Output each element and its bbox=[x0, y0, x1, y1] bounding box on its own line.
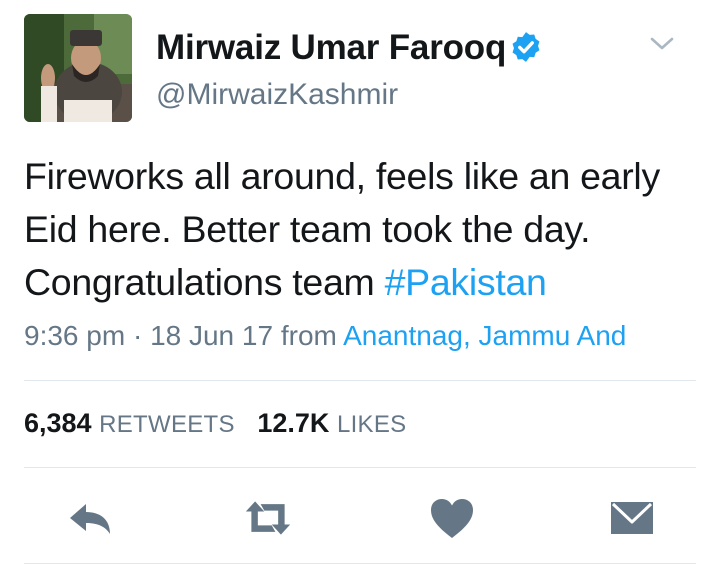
tweet-time: 9:36 pm bbox=[24, 320, 126, 351]
tweet-body: Fireworks all around, feels like an earl… bbox=[24, 155, 660, 303]
tweet-date: 18 Jun 17 bbox=[150, 320, 274, 351]
verified-badge-icon bbox=[512, 32, 540, 62]
divider bbox=[24, 380, 696, 381]
author-name[interactable]: Mirwaiz Umar Farooq bbox=[156, 28, 506, 68]
retweets-stat[interactable]: 6,384 RETWEETS bbox=[24, 408, 235, 438]
location-link[interactable]: Anantnag, Jammu And bbox=[343, 320, 626, 351]
author-handle[interactable]: @MirwaizKashmir bbox=[156, 78, 398, 112]
envelope-icon[interactable] bbox=[608, 496, 656, 540]
tweet-stats: 6,384 RETWEETS 12.7K LIKES bbox=[24, 408, 406, 439]
divider bbox=[24, 467, 696, 468]
likes-stat[interactable]: 12.7K LIKES bbox=[257, 408, 406, 438]
retweet-icon[interactable] bbox=[244, 496, 292, 540]
tweet-meta: 9:36 pm · 18 Jun 17 from Anantnag, Jammu… bbox=[24, 320, 626, 352]
reply-icon[interactable] bbox=[66, 496, 114, 540]
avatar[interactable] bbox=[24, 14, 132, 122]
bottom-divider bbox=[24, 563, 696, 564]
meta-separator: · bbox=[132, 320, 143, 351]
from-label: from bbox=[280, 320, 337, 351]
likes-label: LIKES bbox=[336, 411, 407, 438]
avatar-image bbox=[24, 14, 132, 122]
retweets-count: 6,384 bbox=[24, 408, 92, 438]
heart-icon[interactable] bbox=[428, 496, 476, 540]
retweets-label: RETWEETS bbox=[99, 411, 235, 438]
hashtag-link[interactable]: #Pakistan bbox=[385, 261, 547, 303]
likes-count: 12.7K bbox=[257, 408, 330, 438]
tweet-text: Fireworks all around, feels like an earl… bbox=[24, 150, 704, 309]
chevron-down-icon[interactable] bbox=[648, 34, 676, 54]
